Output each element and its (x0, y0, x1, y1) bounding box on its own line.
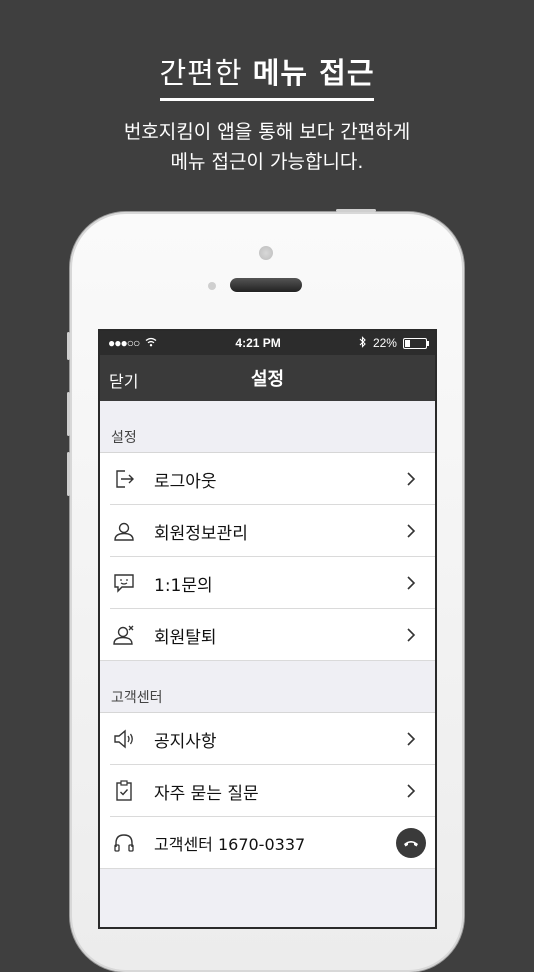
logout-icon (110, 465, 138, 493)
wifi-icon (145, 336, 157, 350)
section-header-settings: 설정 (100, 401, 435, 453)
chevron-right-icon (399, 727, 423, 751)
battery-icon (402, 337, 429, 349)
phone-screen: ●●●○○ 4:21 PM 22% 닫기 설정 설정 로그아웃 회원정보관리 1… (98, 329, 437, 929)
promo-title: 간편한 메뉴 접근 (0, 50, 534, 92)
row-inquiry[interactable]: 1:1문의 (100, 557, 435, 609)
earpiece-speaker (230, 278, 302, 292)
support-list: 공지사항 자주 묻는 질문 고객센터 1670-0337 (100, 713, 435, 869)
chevron-right-icon (399, 779, 423, 803)
phone-call-icon[interactable] (396, 828, 426, 858)
chevron-right-icon (399, 519, 423, 543)
user-icon (110, 517, 138, 545)
volume-down-button (67, 452, 70, 496)
row-member-info[interactable]: 회원정보관리 (100, 505, 435, 557)
headphones-icon (110, 829, 138, 857)
battery-percent: 22% (372, 336, 397, 350)
power-button (336, 209, 376, 212)
nav-bar: 닫기 설정 (100, 355, 435, 401)
row-withdraw-label: 회원탈퇴 (154, 627, 217, 648)
signal-strength: ●●●○○ (108, 336, 140, 350)
promo-subtitle-line2: 메뉴 접근이 가능합니다. (170, 151, 364, 173)
row-customer-center[interactable]: 고객센터 1670-0337 (100, 817, 435, 869)
clipboard-icon (110, 777, 138, 805)
row-member-info-label: 회원정보관리 (154, 523, 248, 544)
row-logout[interactable]: 로그아웃 (100, 453, 435, 505)
proximity-sensor (208, 282, 216, 290)
speaker-icon (110, 725, 138, 753)
row-notice[interactable]: 공지사항 (100, 713, 435, 765)
status-time: 4:21 PM (235, 336, 281, 350)
section-header-support: 고객센터 (100, 661, 435, 713)
volume-up-button (67, 392, 70, 436)
mute-switch (67, 332, 70, 360)
chevron-right-icon (399, 467, 423, 491)
chevron-right-icon (399, 571, 423, 595)
front-camera (259, 246, 273, 260)
row-notice-label: 공지사항 (154, 731, 217, 752)
promo-subtitle-line1: 번호지킴이 앱을 통해 보다 간편하게 (123, 121, 411, 143)
promo-subtitle: 번호지킴이 앱을 통해 보다 간편하게 메뉴 접근이 가능합니다. (0, 117, 534, 177)
row-logout-label: 로그아웃 (154, 471, 217, 492)
bluetooth-icon (359, 335, 367, 351)
status-bar: ●●●○○ 4:21 PM 22% (100, 331, 435, 355)
user-remove-icon (110, 621, 138, 649)
chat-icon (110, 569, 138, 597)
row-customer-center-label: 고객센터 1670-0337 (154, 835, 306, 854)
promo-underline (160, 98, 374, 101)
promo-title-plain: 간편한 (159, 56, 253, 90)
chevron-right-icon (399, 623, 423, 647)
row-inquiry-label: 1:1문의 (154, 575, 213, 596)
row-faq-label: 자주 묻는 질문 (154, 783, 259, 804)
promo-title-bold: 메뉴 접근 (252, 56, 375, 90)
page-title: 설정 (250, 369, 285, 390)
close-button[interactable]: 닫기 (109, 368, 138, 392)
row-withdraw[interactable]: 회원탈퇴 (100, 609, 435, 661)
row-faq[interactable]: 자주 묻는 질문 (100, 765, 435, 817)
settings-list: 로그아웃 회원정보관리 1:1문의 회원탈퇴 (100, 453, 435, 661)
